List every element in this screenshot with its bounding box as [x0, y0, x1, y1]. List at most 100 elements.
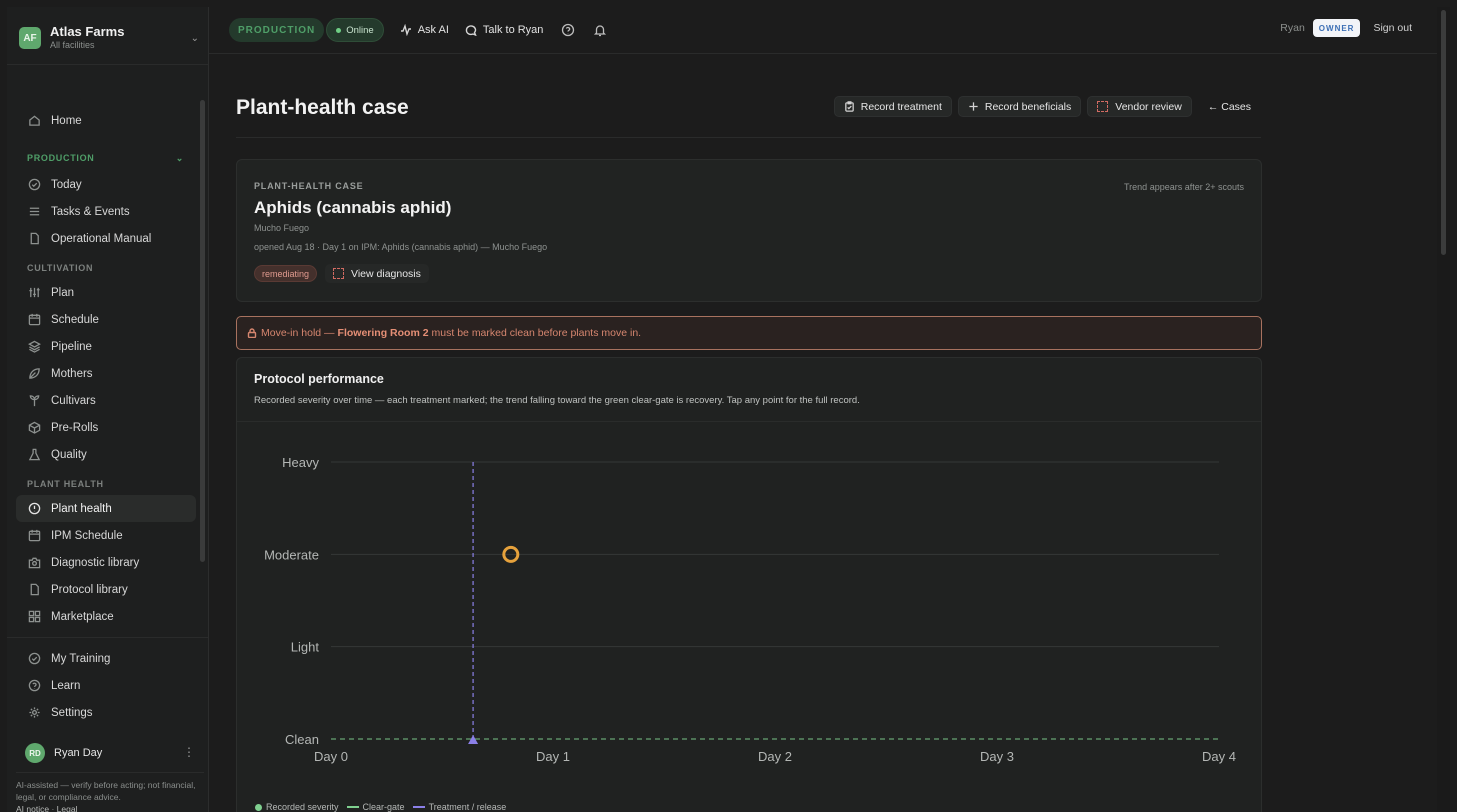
button-label: Record beneficials: [984, 100, 1072, 113]
sidebar-item-operational-manual[interactable]: Operational Manual: [16, 225, 196, 252]
sidebar-item-label: Mothers: [51, 367, 93, 380]
lock-icon: [247, 328, 257, 338]
leaf-icon: [28, 367, 41, 380]
document-icon: [28, 232, 41, 245]
top-bar: PRODUCTION Online Ask AI Talk to Ryan Ry…: [209, 7, 1437, 54]
trend-note: Trend appears after 2+ scouts: [1124, 182, 1244, 192]
case-facility: Mucho Fuego: [254, 223, 310, 233]
button-label: View diagnosis: [351, 267, 421, 280]
sidebar-item-home[interactable]: Home: [16, 107, 196, 134]
button-label: Vendor review: [1115, 100, 1182, 113]
sidebar-item-label: Pipeline: [51, 340, 92, 353]
bell-icon[interactable]: [593, 23, 607, 37]
sidebar-item-ipm-schedule[interactable]: IPM Schedule: [16, 522, 196, 549]
role-badge: OWNER: [1312, 19, 1361, 37]
sidebar-item-label: Quality: [51, 448, 87, 461]
status-dot-icon: [336, 27, 342, 33]
page-scrollbar-thumb[interactable]: [1441, 10, 1446, 255]
sidebar-item-label: Today: [51, 178, 82, 191]
brand-name: Atlas Farms: [50, 24, 125, 39]
back-to-cases-link[interactable]: ← Cases: [1198, 96, 1261, 117]
environment-badge: PRODUCTION: [229, 18, 325, 42]
legend-label: Recorded severity: [266, 802, 339, 812]
gear-icon: [28, 706, 41, 719]
record-treatment-button[interactable]: Record treatment: [833, 96, 952, 117]
sidebar-item-tasks-events[interactable]: Tasks & Events: [16, 198, 196, 225]
check-circle-icon: [28, 178, 41, 191]
sign-out-link[interactable]: Sign out: [1373, 22, 1412, 34]
ai-note-text: AI-assisted — verify before acting; not …: [16, 780, 196, 802]
x-tick-label: Day 4: [1202, 749, 1236, 764]
sidebar-item-pre-rolls[interactable]: Pre-Rolls: [16, 414, 196, 441]
talk-label: Talk to Ryan: [482, 24, 544, 36]
sidebar-item-pipeline[interactable]: Pipeline: [16, 333, 196, 360]
button-label: ← Cases: [1207, 100, 1251, 113]
calendar-icon: [28, 529, 41, 542]
sidebar-item-label: Operational Manual: [51, 232, 152, 245]
sidebar-item-plan[interactable]: Plan: [16, 279, 196, 306]
hold-prefix: Move-in hold —: [261, 327, 335, 339]
section-description: Recorded severity over time — each treat…: [254, 395, 860, 406]
sidebar-item-today[interactable]: Today: [16, 171, 196, 198]
package-icon: [28, 421, 41, 434]
grid-icon: [28, 610, 41, 623]
sidebar-nav: Home PRODUCTION ⌄ Today Tasks & Events O…: [16, 107, 196, 630]
x-tick-label: Day 2: [758, 749, 792, 764]
legend-label: Treatment / release: [428, 802, 507, 812]
chat-icon: [465, 25, 477, 36]
ai-notice-link[interactable]: AI notice: [16, 804, 49, 812]
status-badge: remediating: [254, 265, 318, 282]
sidebar-item-plant-health[interactable]: Plant health: [16, 495, 196, 522]
help-icon[interactable]: [561, 23, 575, 37]
sidebar-item-label: Settings: [51, 706, 93, 719]
record-beneficials-button[interactable]: Record beneficials: [957, 96, 1082, 117]
sidebar-item-label: Home: [51, 114, 82, 127]
plant-icon: [28, 394, 41, 407]
sidebar-item-my-training[interactable]: My Training: [16, 645, 196, 672]
layers-icon: [28, 340, 41, 353]
sidebar-item-quality[interactable]: Quality: [16, 441, 196, 468]
sidebar-item-cultivars[interactable]: Cultivars: [16, 387, 196, 414]
user-menu[interactable]: RD Ryan Day ⋮: [25, 742, 195, 764]
link-separator: ·: [51, 804, 55, 812]
sidebar-item-label: Pre-Rolls: [51, 421, 99, 434]
facility-switcher[interactable]: AF Atlas Farms All facilities ⌄: [19, 21, 201, 55]
brand-avatar: AF: [19, 27, 41, 49]
sidebar-item-diagnostic-library[interactable]: Diagnostic library: [16, 549, 196, 576]
y-tick-label: Heavy: [282, 455, 319, 470]
talk-to-ryan-button[interactable]: Talk to Ryan: [465, 24, 544, 36]
hold-room: Flowering Room 2: [337, 327, 429, 339]
legend-label: Clear-gate: [362, 802, 405, 812]
vendor-review-button[interactable]: Vendor review: [1087, 96, 1192, 117]
section-cultivation: CULTIVATION: [27, 263, 94, 273]
case-kicker: PLANT-HEALTH CASE: [254, 181, 364, 191]
brand-subtitle: All facilities: [50, 40, 95, 50]
sidebar-item-learn[interactable]: Learn: [16, 672, 196, 699]
sidebar-item-mothers[interactable]: Mothers: [16, 360, 196, 387]
ask-ai-button[interactable]: Ask AI: [400, 24, 449, 36]
chevron-down-icon: ⌄: [190, 33, 199, 44]
list-icon: [28, 205, 41, 218]
home-icon: [28, 114, 41, 127]
page-scrollbar[interactable]: [1437, 7, 1450, 812]
more-vertical-icon[interactable]: ⋮: [183, 745, 195, 759]
section-plant-health: PLANT HEALTH: [27, 479, 104, 489]
protocol-performance-card: Protocol performance Recorded severity o…: [236, 357, 1262, 812]
legal-link[interactable]: Legal: [57, 804, 78, 812]
sidebar-item-marketplace[interactable]: Marketplace: [16, 603, 196, 630]
alert-circle-icon: [28, 502, 41, 515]
section-label: PRODUCTION: [27, 153, 95, 163]
sidebar-item-settings[interactable]: Settings: [16, 699, 196, 726]
view-diagnosis-button[interactable]: View diagnosis: [325, 264, 429, 283]
sidebar-scrollbar[interactable]: [200, 100, 205, 562]
ai-disclaimer: AI-assisted — verify before acting; not …: [16, 772, 204, 812]
sidebar-item-label: Plant health: [51, 502, 112, 515]
sidebar-item-schedule[interactable]: Schedule: [16, 306, 196, 333]
section-production[interactable]: PRODUCTION ⌄: [16, 152, 196, 165]
vendor-icon: [1097, 101, 1109, 112]
status-label: Online: [346, 24, 374, 36]
sidebar-item-label: Diagnostic library: [51, 556, 140, 569]
sidebar-item-protocol-library[interactable]: Protocol library: [16, 576, 196, 603]
legend-item-treatment: Treatment / release: [412, 802, 507, 812]
avatar: RD: [25, 743, 45, 763]
